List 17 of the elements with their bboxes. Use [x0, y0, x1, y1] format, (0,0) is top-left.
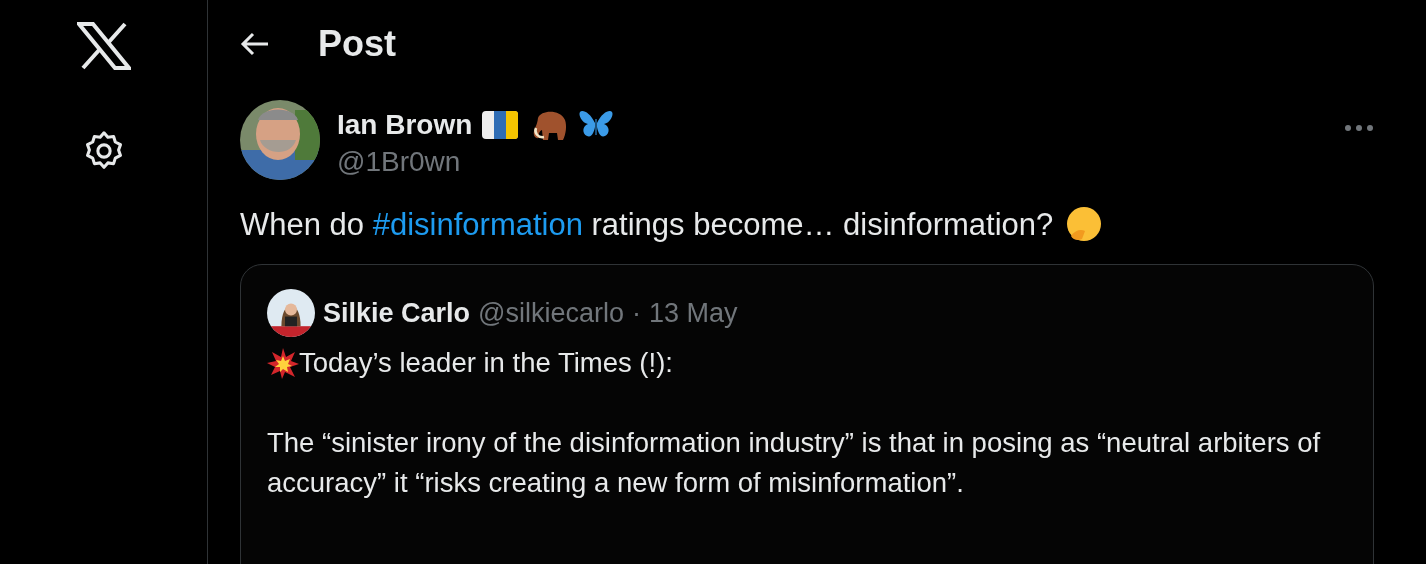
- thinking-emoji-icon: [1065, 206, 1104, 244]
- author-handle[interactable]: @1Br0wn: [337, 146, 1327, 178]
- more-options-icon[interactable]: [1344, 124, 1374, 132]
- quoted-author-handle[interactable]: @silkiecarlo: [478, 297, 625, 329]
- x-logo-icon[interactable]: [76, 22, 131, 70]
- quoted-author-name[interactable]: Silkie Carlo: [323, 297, 471, 329]
- quoted-post-text: Today’s leader in the Times (!):: [299, 346, 673, 380]
- collision-icon: [267, 347, 299, 379]
- separator-dot: ·: [632, 297, 642, 329]
- page-title: Post: [318, 23, 396, 65]
- post-date[interactable]: 13 May: [649, 297, 738, 329]
- hashtag-link[interactable]: #disinformation: [372, 207, 583, 242]
- flag-icon: [482, 111, 519, 139]
- post-text: When do #disinformation ratings become… disinformation?: [240, 207, 1054, 243]
- back-arrow-icon[interactable]: [240, 32, 270, 56]
- quoted-post-text: The “sinister irony of the disinformation industry” is that in posing as “neutral arbiters of accuracy” it “risks creating a new form of misinformation”.: [267, 427, 1321, 498]
- author-name[interactable]: Ian Brown: [337, 109, 473, 141]
